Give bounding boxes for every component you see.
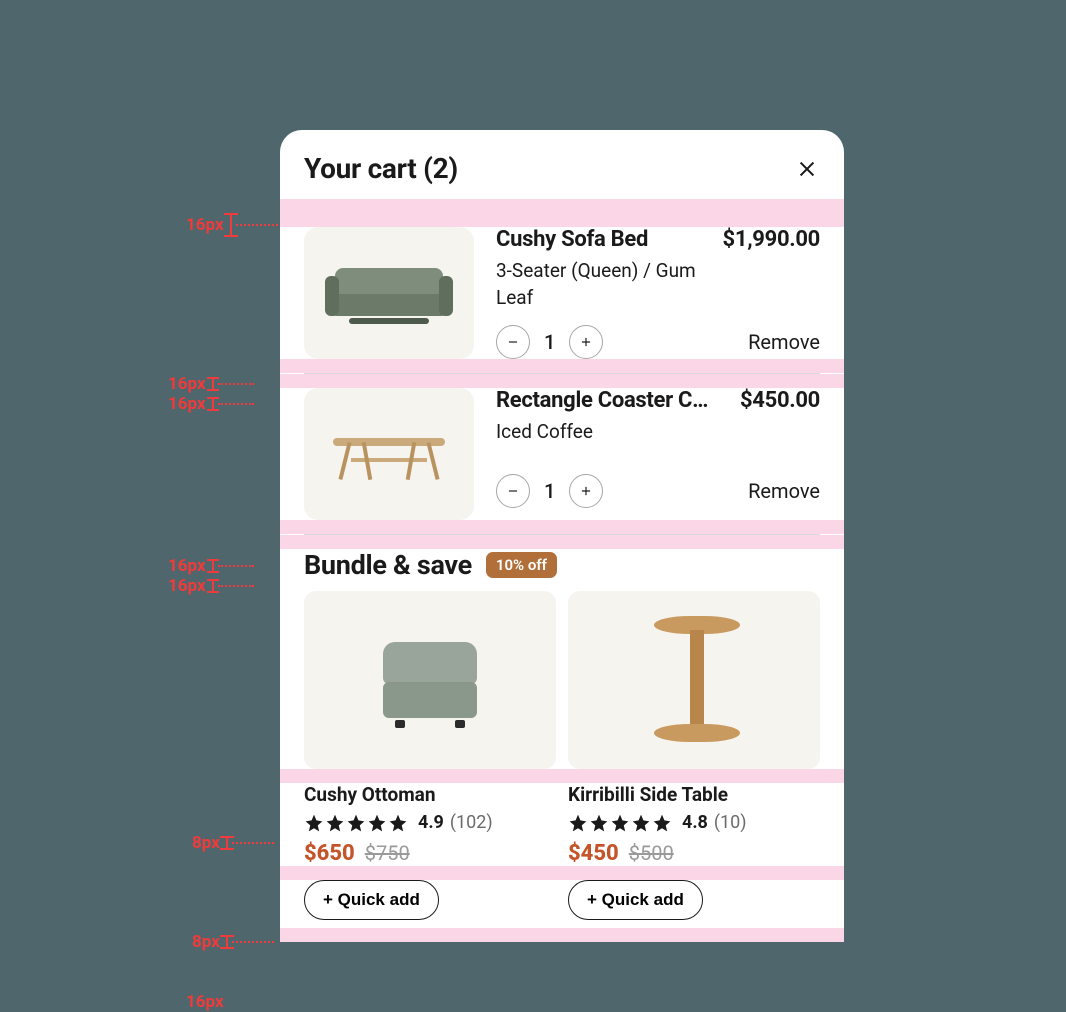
cart-panel: Your cart (2) Cushy Sofa Bed $1,990.00 3… [280,130,844,942]
spacing-highlight [280,199,844,227]
spacing-annotation: 8px [192,932,274,952]
plus-icon [579,335,593,349]
ottoman-icon [375,632,485,728]
product-variant: 3-Seater (Queen) / Gum Leaf [496,258,716,311]
spacing-annotation: 16px 16px [168,374,254,414]
product-thumbnail[interactable] [304,591,556,769]
sofa-icon [325,262,453,324]
spacing-annotation: 8px [192,833,274,853]
quantity-value: 1 [544,479,555,503]
quantity-stepper: 1 [496,325,603,359]
plus-icon [579,484,593,498]
side-table-icon [644,610,744,750]
product-variant: Iced Coffee [496,419,716,446]
cart-item: Cushy Sofa Bed $1,990.00 3-Seater (Queen… [280,227,844,359]
bundle-products [280,581,844,769]
product-name: Cushy Ottoman [304,783,556,806]
spacing-highlight [280,866,844,880]
spacing-annotation: 16px 16px [168,556,254,596]
cart-item: Rectangle Coaster C… $450.00 Iced Coffee… [280,388,844,520]
product-rating: 4.8 (10) [568,812,820,833]
bundle-header: Bundle & save 10% off [280,549,844,581]
product-price: $450.00 [740,388,820,413]
spacing-highlight [280,520,844,534]
quantity-value: 1 [544,330,555,354]
product-card [304,591,556,769]
quick-add-button[interactable]: + Quick add [568,880,703,920]
product-thumbnail[interactable] [304,227,474,359]
rating-count: (10) [714,812,747,833]
cart-header: Your cart (2) [280,130,844,199]
product-name: Cushy Sofa Bed [496,227,648,252]
decrease-button[interactable] [496,474,530,508]
minus-icon [506,335,520,349]
quantity-stepper: 1 [496,474,603,508]
table-icon [329,424,449,484]
compare-price: $750 [365,841,410,865]
product-price: $1,990.00 [723,227,820,252]
sale-price: $650 [304,841,355,866]
spacing-highlight [280,359,844,373]
minus-icon [506,484,520,498]
product-name: Kirribilli Side Table [568,783,820,806]
rating-count: (102) [450,812,493,833]
increase-button[interactable] [569,474,603,508]
spacing-annotation: 16px [186,213,278,237]
product-thumbnail[interactable] [304,388,474,520]
bundle-meta-row: Cushy Ottoman 4.9 (102) $650 $750 Kirrib… [280,783,844,866]
cart-title: Your cart (2) [304,152,458,185]
product-rating: 4.9 (102) [304,812,556,833]
quick-add-button[interactable]: + Quick add [304,880,439,920]
rating-value: 4.9 [418,812,444,833]
remove-button[interactable]: Remove [748,330,820,354]
spacing-annotation: 16px [186,992,230,1012]
remove-button[interactable]: Remove [748,479,820,503]
decrease-button[interactable] [496,325,530,359]
product-name: Rectangle Coaster C… [496,388,708,413]
sale-price: $450 [568,841,619,866]
increase-button[interactable] [569,325,603,359]
spacing-highlight [280,769,844,783]
spacing-highlight [280,535,844,549]
star-icons [568,813,672,833]
compare-price: $500 [629,841,674,865]
spacing-highlight [280,928,844,942]
close-icon [796,158,818,180]
product-thumbnail[interactable] [568,591,820,769]
close-button[interactable] [794,156,820,182]
discount-badge: 10% off [486,552,557,578]
bundle-title: Bundle & save [304,549,472,581]
rating-value: 4.8 [682,812,708,833]
quick-add-row: + Quick add + Quick add [280,880,844,928]
product-card [568,591,820,769]
star-icons [304,813,408,833]
spacing-highlight [280,374,844,388]
